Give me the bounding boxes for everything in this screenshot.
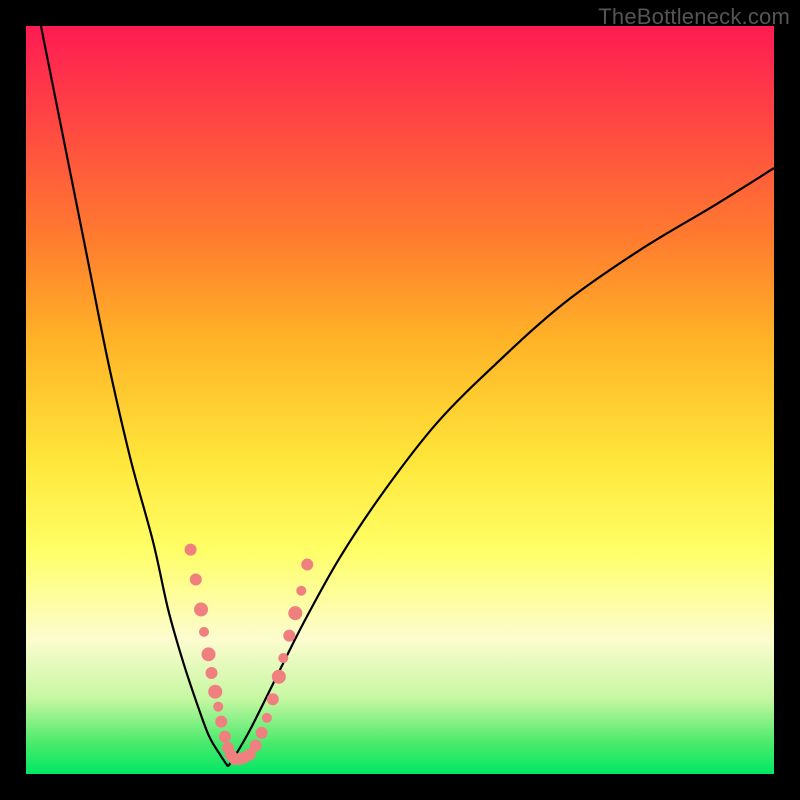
data-marker (190, 574, 202, 586)
data-marker (199, 627, 209, 637)
data-marker (206, 667, 218, 679)
data-marker (194, 602, 208, 616)
left-curve (41, 26, 228, 767)
data-marker (208, 685, 222, 699)
data-marker (272, 670, 286, 684)
data-marker (301, 559, 313, 571)
data-marker (267, 693, 279, 705)
curve-svg (26, 26, 774, 774)
data-marker (283, 630, 295, 642)
chart-frame: TheBottleneck.com (0, 0, 800, 800)
data-marker (202, 647, 216, 661)
data-marker (219, 731, 231, 743)
data-marker (288, 606, 302, 620)
data-marker (250, 740, 262, 752)
watermark-text: TheBottleneck.com (598, 4, 790, 30)
data-marker (296, 586, 306, 596)
right-curve (228, 168, 774, 766)
data-marker (278, 653, 288, 663)
data-marker (256, 727, 268, 739)
data-marker (185, 544, 197, 556)
data-marker (262, 713, 272, 723)
data-marker (213, 702, 223, 712)
plot-area (26, 26, 774, 774)
data-marker (215, 716, 227, 728)
